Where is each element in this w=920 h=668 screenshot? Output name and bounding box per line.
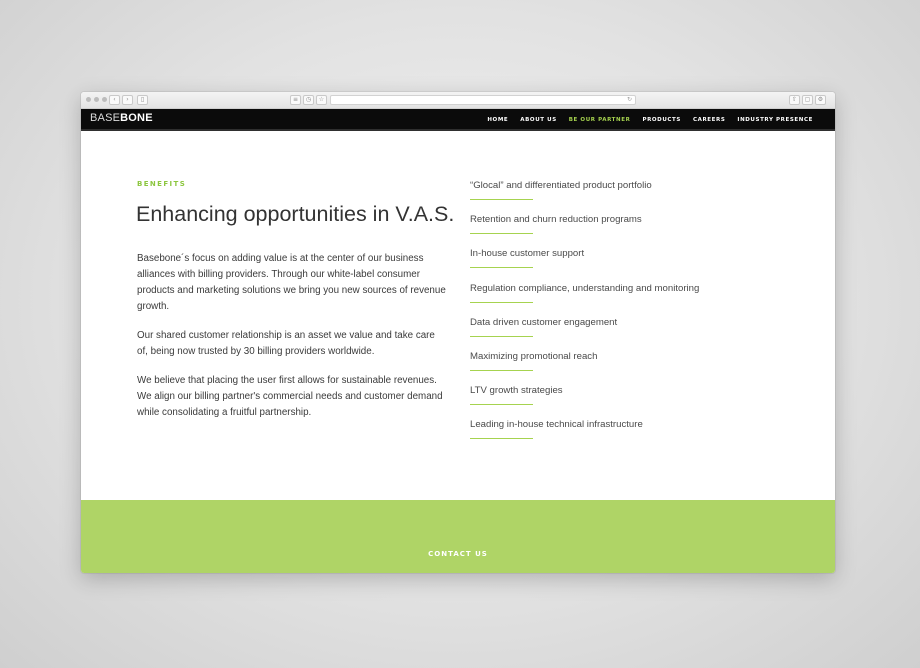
divider — [470, 369, 533, 371]
benefit-label: In-house customer support — [470, 248, 585, 260]
main-content: BENEFITS Enhancing opportunities in V.A.… — [81, 131, 835, 515]
list-item: Regulation compliance, understanding and… — [470, 272, 750, 306]
nav-home[interactable]: HOME — [487, 117, 508, 123]
list-item: Leading in-house technical infrastructur… — [470, 408, 750, 442]
list-item: Maximizing promotional reach — [470, 340, 750, 374]
list-item: LTV growth strategies — [470, 374, 750, 408]
divider — [470, 438, 533, 440]
contact-us-link[interactable]: CONTACT US — [81, 550, 835, 558]
benefit-label: Maximizing promotional reach — [470, 350, 598, 362]
sidebar-icon[interactable]: ▯ — [137, 95, 148, 105]
benefit-label: Leading in-house technical infrastructur… — [470, 419, 643, 431]
browser-actions: ⇧ ▢ ⚙ — [789, 95, 826, 105]
nav-careers[interactable]: CAREERS — [693, 117, 725, 123]
nav-products[interactable]: PRODUCTS — [642, 117, 681, 123]
benefit-label: “Glocal” and differentiated product port… — [470, 180, 652, 191]
site-header: BASEBONE HOME ABOUT US BE OUR PARTNER PR… — [81, 109, 835, 131]
forward-icon[interactable]: › — [122, 95, 133, 105]
address-tools: ≡ ◷ ☆ — [290, 95, 327, 105]
paragraph: Our shared customer relationship is an a… — [137, 330, 435, 357]
list-item: In-house customer support — [470, 237, 750, 271]
history-nav: ‹ › — [109, 95, 133, 105]
intro-text: Basebone´s focus on adding value is at t… — [137, 251, 447, 434]
paragraph: Basebone´s focus on adding value is at t… — [137, 253, 446, 312]
nav-industry-presence[interactable]: INDUSTRY PRESENCE — [737, 117, 813, 123]
nav-be-our-partner[interactable]: BE OUR PARTNER — [569, 117, 631, 123]
browser-window: ‹ › ▯ ≡ ◷ ☆ ↻ ⇧ ▢ ⚙ BASEBONE HOME ABOUT … — [81, 92, 835, 573]
benefit-label: Regulation compliance, understanding and… — [470, 282, 700, 294]
benefit-label: Retention and churn reduction programs — [470, 214, 642, 226]
benefits-list: “Glocal” and differentiated product port… — [470, 169, 750, 443]
divider — [470, 199, 533, 200]
maximize-window-button[interactable] — [102, 97, 107, 102]
logo-bone-text: BONE — [120, 112, 153, 124]
nav-about-us[interactable]: ABOUT US — [520, 117, 556, 123]
address-bar[interactable]: ↻ — [330, 95, 636, 105]
divider — [470, 233, 533, 235]
benefit-label: LTV growth strategies — [470, 385, 563, 397]
benefit-label: Data driven customer engagement — [470, 316, 618, 328]
minimize-window-button[interactable] — [94, 97, 99, 102]
divider — [470, 335, 533, 337]
page-title: Enhancing opportunities in V.A.S. — [136, 202, 455, 226]
divider — [470, 301, 533, 303]
reader-icon[interactable]: ≡ — [290, 95, 301, 105]
settings-icon[interactable]: ⚙ — [815, 95, 826, 105]
site-logo[interactable]: BASEBONE — [90, 112, 153, 124]
window-controls — [86, 97, 107, 102]
divider — [470, 404, 533, 406]
main-nav: HOME ABOUT US BE OUR PARTNER PRODUCTS CA… — [487, 117, 813, 123]
history-icon[interactable]: ◷ — [303, 95, 314, 105]
divider — [470, 267, 533, 269]
share-icon[interactable]: ⇧ — [789, 95, 800, 105]
paragraph: We believe that placing the user first a… — [137, 375, 443, 418]
contact-footer: CONTACT US — [81, 500, 835, 573]
close-window-button[interactable] — [86, 97, 91, 102]
reload-icon[interactable]: ↻ — [627, 96, 632, 104]
list-item: Data driven customer engagement — [470, 306, 750, 340]
tabs-icon[interactable]: ▢ — [802, 95, 813, 105]
back-icon[interactable]: ‹ — [109, 95, 120, 105]
logo-base-text: BASE — [90, 112, 121, 124]
list-item: “Glocal” and differentiated product port… — [470, 169, 750, 203]
browser-toolbar: ‹ › ▯ ≡ ◷ ☆ ↻ ⇧ ▢ ⚙ — [81, 92, 835, 109]
bookmarks-icon[interactable]: ☆ — [316, 95, 327, 105]
list-item: Retention and churn reduction programs — [470, 203, 750, 237]
section-eyebrow: BENEFITS — [137, 180, 187, 188]
